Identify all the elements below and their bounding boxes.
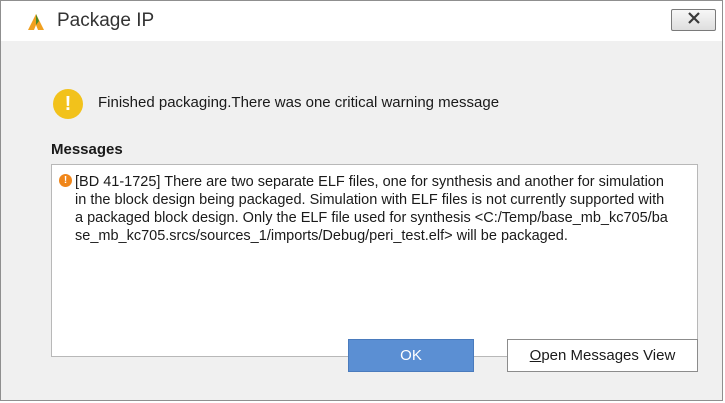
mnemonic-letter: O — [529, 347, 542, 364]
title-bar: Package IP — [1, 1, 722, 41]
message-text: [BD 41-1725] There are two separate ELF … — [75, 174, 668, 244]
package-ip-dialog: Package IP ! Finished packaging.There wa… — [0, 0, 723, 401]
warning-icon: ! — [53, 89, 83, 119]
messages-list[interactable]: ! [BD 41-1725] There are two separate EL… — [51, 164, 698, 357]
close-icon — [687, 11, 701, 29]
button-label: pen Messages View — [541, 347, 676, 364]
status-message: Finished packaging.There was one critica… — [98, 94, 500, 111]
ok-button[interactable]: OK — [348, 339, 474, 372]
close-button[interactable] — [671, 9, 716, 31]
critical-warning-icon: ! — [59, 174, 72, 187]
messages-heading: Messages — [51, 141, 123, 158]
dialog-title: Package IP — [57, 10, 155, 31]
vivado-logo-icon — [27, 13, 45, 31]
dialog-body: ! Finished packaging.There was one criti… — [13, 41, 710, 375]
open-messages-view-button[interactable]: Open Messages View — [507, 339, 698, 372]
